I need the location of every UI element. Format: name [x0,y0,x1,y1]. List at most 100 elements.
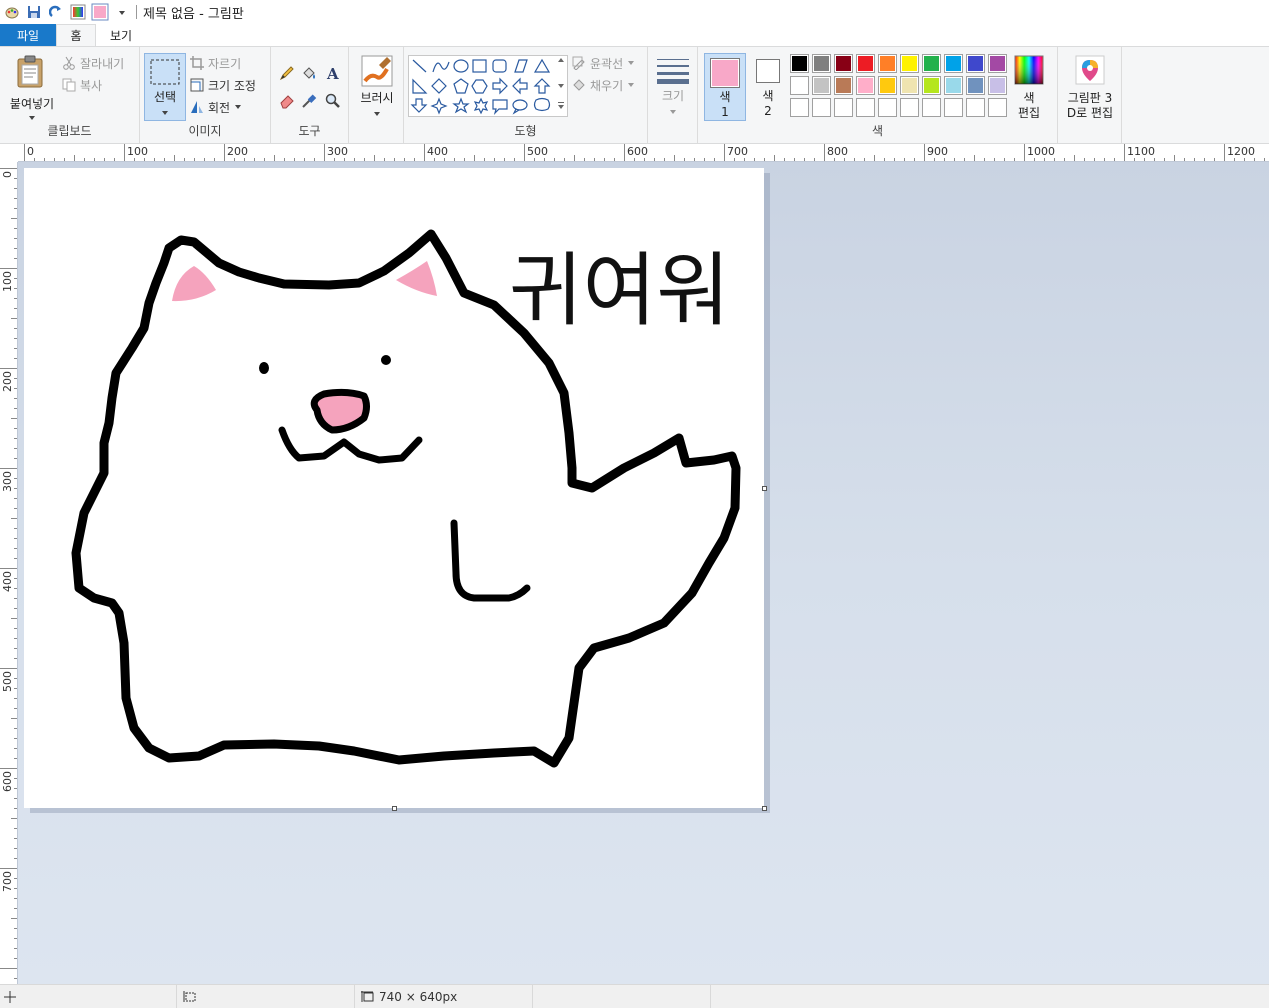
ruler-tick [1264,158,1265,161]
palette-swatch[interactable] [790,76,809,95]
paste-button[interactable]: 붙여넣기 [6,53,56,123]
pencil-tool[interactable] [277,63,297,83]
ruler-tick [14,558,17,559]
palette-swatch[interactable] [900,98,919,117]
ruler-tick [14,678,17,679]
palette-swatch-fill [924,100,939,115]
ruler-left-label: 700 [1,871,14,892]
palette-swatch[interactable] [878,54,897,73]
rotate-button[interactable]: 회전 [190,97,246,117]
ruler-tick [1244,158,1245,161]
size-group[interactable]: 크기 [648,47,698,143]
ruler-tick [0,168,17,169]
ruler-tick [1014,158,1015,161]
palette-swatch[interactable] [878,98,897,117]
cut-button[interactable]: 잘라내기 [62,53,124,73]
drawing-canvas[interactable]: 귀여워 [24,168,764,808]
palette-swatch[interactable] [812,98,831,117]
ruler-tick [274,155,275,161]
ruler-tick [14,598,17,599]
customize-toolbar-icon[interactable] [112,2,132,22]
palette-swatch[interactable] [900,76,919,95]
window-title: 제목 없음 - 그림판 [143,6,244,22]
fill-tool[interactable] [299,63,319,83]
ruler-tick [14,898,17,899]
palette-swatch[interactable] [790,98,809,117]
ruler-tick [354,158,355,161]
palette-swatch[interactable] [988,76,1007,95]
color2-button[interactable]: 색 2 [750,53,786,121]
ruler-tick [944,158,945,161]
resize-handle-right[interactable] [762,486,767,491]
palette-swatch[interactable] [812,54,831,73]
ruler-tick [0,868,17,869]
line-size-icon [657,59,689,84]
palette-swatch[interactable] [834,98,853,117]
resize-button[interactable]: 크기 조정 [190,75,256,95]
palette-swatch[interactable] [966,76,985,95]
ruler-tick [14,378,17,379]
copy-button[interactable]: 복사 [62,75,102,95]
select-button[interactable]: 선택 [144,53,186,121]
resize-handle-bottom[interactable] [392,806,397,811]
palette-swatch[interactable] [966,54,985,73]
magnifier-tool[interactable] [323,91,343,111]
palette-swatch[interactable] [790,54,809,73]
tab-view[interactable]: 보기 [96,24,146,46]
ruler-tick [314,158,315,161]
palette-swatch[interactable] [834,54,853,73]
tab-home[interactable]: 홈 [56,24,96,46]
palette-swatch[interactable] [834,76,853,95]
ruler-tick [1004,158,1005,161]
palette-swatch[interactable] [812,76,831,95]
palette-swatch[interactable] [922,54,941,73]
palette-swatch-fill [792,100,807,115]
brushes-button[interactable]: 브러시 [355,53,399,123]
palette-swatch[interactable] [966,98,985,117]
redo-icon[interactable] [46,2,66,22]
current-color-quick-icon[interactable] [90,2,110,22]
fill-button[interactable]: 채우기 [572,75,639,95]
palette-swatch[interactable] [856,54,875,73]
color-picker-quick-icon[interactable] [68,2,88,22]
palette-swatch[interactable] [922,76,941,95]
crop-button[interactable]: 자르기 [190,53,241,73]
shapes-gallery[interactable] [408,55,568,117]
palette-swatch[interactable] [900,54,919,73]
edit-colors-label-line1: 색 [1023,91,1035,105]
ruler-left-label: 600 [1,771,14,792]
edit-with-paint3d-button[interactable]: 그림판 3 D로 편집 [1062,53,1118,123]
resize-handle-corner[interactable] [762,806,767,811]
palette-swatch[interactable] [922,98,941,117]
save-icon[interactable] [24,2,44,22]
ruler-tick [1144,158,1145,161]
paint-app-icon[interactable] [2,2,22,22]
clipboard-group: 붙여넣기 잘라내기 복사 클립보드 [0,47,140,143]
ruler-tick [204,158,205,161]
ruler-tick [14,748,17,749]
palette-swatch[interactable] [878,76,897,95]
ruler-tick [584,158,585,161]
cursor-position-icon [4,990,16,1003]
color1-button[interactable]: 색 1 [704,53,746,121]
palette-swatch[interactable] [988,98,1007,117]
palette-swatch[interactable] [944,76,963,95]
tab-file[interactable]: 파일 [0,24,56,46]
palette-swatch[interactable] [944,98,963,117]
ruler-tick [14,278,17,279]
eraser-tool[interactable] [277,91,297,111]
ruler-left-label: 500 [1,671,14,692]
outline-button[interactable]: 윤곽선 [572,53,639,73]
text-tool[interactable]: A [323,63,343,83]
palette-swatch[interactable] [856,98,875,117]
palette-swatch[interactable] [856,76,875,95]
palette-swatch[interactable] [988,54,1007,73]
palette-swatch[interactable] [944,54,963,73]
outline-dropdown-icon [628,61,635,65]
edit-colors-button[interactable]: 색 편집 [1012,53,1048,123]
ruler-tick [14,508,17,509]
color-picker-tool[interactable] [299,91,319,111]
ruler-tick [164,158,165,161]
palette-swatch-fill [792,78,807,93]
canvas-workspace[interactable]: 귀여워 [18,162,1269,984]
